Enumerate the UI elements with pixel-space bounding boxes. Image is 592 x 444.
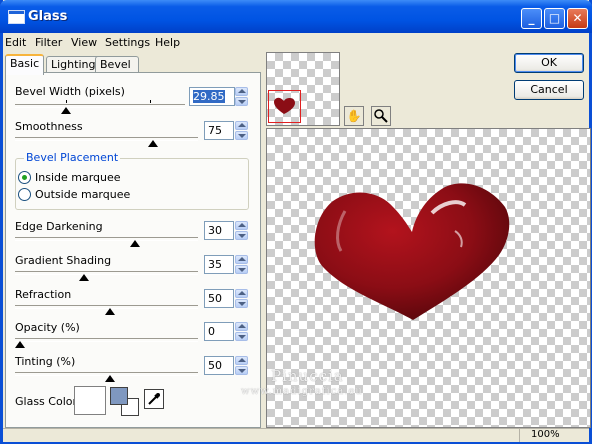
- tinting-label: Tinting (%): [15, 355, 76, 368]
- glass-color-label: Glass Color: [15, 395, 77, 408]
- smoothness-label: Smoothness: [15, 120, 83, 133]
- smoothness-input[interactable]: 75: [204, 121, 234, 140]
- thumbnail-heart: [274, 97, 295, 114]
- smoothness-slider-thumb[interactable]: [148, 140, 158, 147]
- menu-settings[interactable]: Settings: [105, 36, 150, 49]
- slider-tick: [66, 100, 67, 103]
- status-divider: [519, 429, 520, 442]
- refraction-label: Refraction: [15, 288, 72, 301]
- watermark-text: Pinuccia: [271, 367, 344, 385]
- edge-darkening-input[interactable]: 30: [204, 221, 234, 240]
- glass-dialog-window: Glass _ □ ✕ Edit Filter View Settings He…: [0, 0, 592, 444]
- tab-basic[interactable]: Basic: [5, 54, 45, 75]
- bevel-width-label: Bevel Width (pixels): [15, 85, 125, 98]
- eyedropper-icon[interactable]: [144, 389, 164, 409]
- bevel-placement-title: Bevel Placement: [24, 151, 121, 164]
- refraction-spinner[interactable]: [235, 289, 248, 308]
- smoothness-spinner[interactable]: [235, 121, 248, 140]
- gradient-shading-spinner[interactable]: [235, 255, 248, 274]
- opacity-label: Opacity (%): [15, 321, 80, 334]
- gradient-shading-slider-track[interactable]: [15, 271, 198, 275]
- gradient-shading-slider-thumb[interactable]: [79, 274, 89, 281]
- outside-marquee-radio[interactable]: [18, 188, 31, 201]
- refraction-slider-thumb[interactable]: [105, 308, 115, 315]
- zoom-level: 100%: [531, 429, 560, 440]
- window-title: Glass: [28, 9, 68, 24]
- watermark-url: www.madigrafica.eu: [241, 386, 363, 397]
- bevel-placement-group: Bevel Placement Inside marquee Outside m…: [15, 151, 249, 210]
- bevel-width-slider-thumb[interactable]: [61, 107, 71, 114]
- minimize-button[interactable]: _: [521, 8, 542, 29]
- outside-marquee-label[interactable]: Outside marquee: [35, 188, 130, 201]
- gradient-shading-label: Gradient Shading: [15, 254, 112, 267]
- cancel-button[interactable]: Cancel: [514, 80, 584, 100]
- menu-help[interactable]: Help: [155, 36, 180, 49]
- tinting-spinner[interactable]: [235, 356, 248, 375]
- refraction-input[interactable]: 50: [204, 289, 234, 308]
- menu-bar: Edit Filter View Settings Help: [3, 33, 589, 51]
- ok-button[interactable]: OK: [514, 53, 584, 73]
- slider-tick: [150, 100, 151, 103]
- basic-settings-panel: Bevel Width (pixels) 29.85 Smoothness 75…: [5, 72, 261, 428]
- gradient-shading-input[interactable]: 35: [204, 255, 234, 274]
- view-rectangle[interactable]: [268, 90, 301, 123]
- bevel-width-input[interactable]: 29.85: [189, 87, 235, 106]
- window-icon: [8, 10, 25, 24]
- opacity-slider-track[interactable]: [15, 338, 198, 342]
- edge-darkening-slider-thumb[interactable]: [130, 240, 140, 247]
- menu-view[interactable]: View: [71, 36, 97, 49]
- status-bar: 100%: [3, 428, 589, 442]
- bevel-width-spinner[interactable]: [235, 87, 248, 106]
- hand-icon[interactable]: ✋: [344, 106, 364, 126]
- edge-darkening-spinner[interactable]: [235, 221, 248, 240]
- close-button[interactable]: ✕: [567, 8, 588, 29]
- title-bar[interactable]: Glass _ □ ✕: [0, 0, 592, 33]
- inside-marquee-radio[interactable]: [18, 171, 31, 184]
- menu-edit[interactable]: Edit: [5, 36, 26, 49]
- magnifier-icon[interactable]: [371, 106, 391, 126]
- edge-darkening-slider-track[interactable]: [15, 237, 198, 241]
- bevel-width-slider-track[interactable]: [15, 104, 185, 108]
- smoothness-slider-track[interactable]: [15, 137, 198, 141]
- opacity-slider-thumb[interactable]: [15, 341, 25, 348]
- opacity-spinner[interactable]: [235, 322, 248, 341]
- edge-darkening-label: Edge Darkening: [15, 220, 103, 233]
- menu-filter[interactable]: Filter: [35, 36, 62, 49]
- tinting-slider-thumb[interactable]: [105, 375, 115, 382]
- opacity-input[interactable]: 0: [204, 322, 234, 341]
- tinting-input[interactable]: 50: [204, 356, 234, 375]
- inside-marquee-label[interactable]: Inside marquee: [35, 171, 121, 184]
- maximize-button[interactable]: □: [544, 8, 565, 29]
- foreground-color-square[interactable]: [110, 387, 128, 405]
- glass-color-swatch[interactable]: [74, 386, 106, 415]
